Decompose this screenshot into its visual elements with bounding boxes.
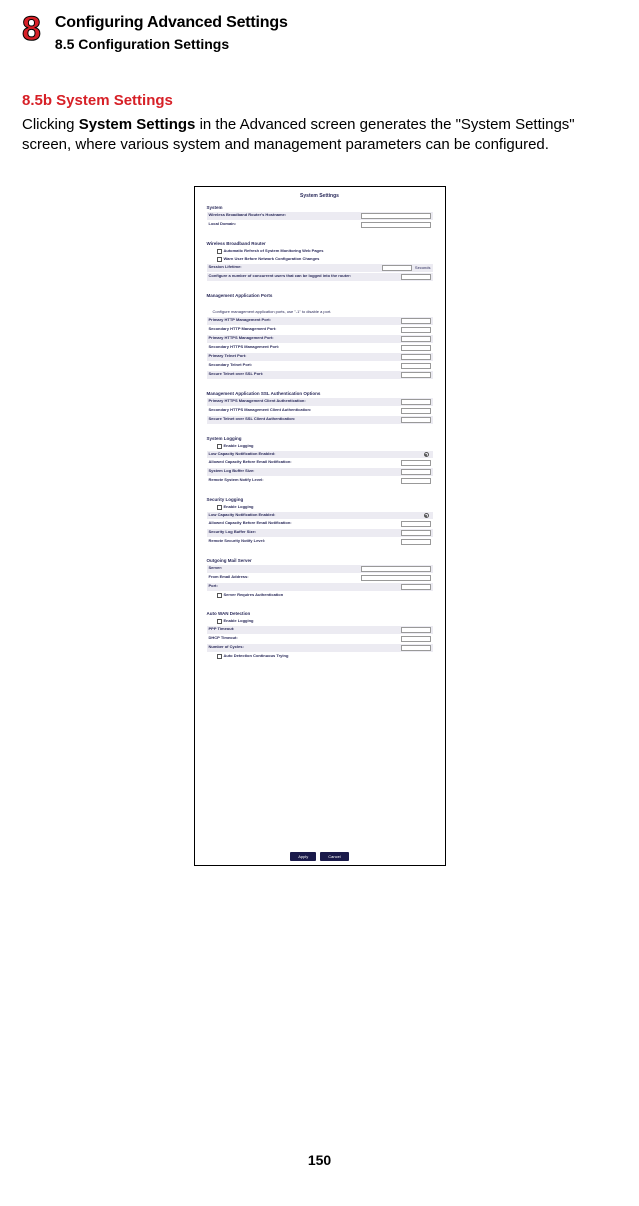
ss-title: System Settings [203, 193, 437, 199]
ss-select [401, 408, 431, 414]
ss-select [401, 399, 431, 405]
section-title: 8.5 Configuration Settings [55, 36, 288, 52]
checkbox-icon [217, 249, 222, 254]
ss-input [401, 345, 431, 351]
body-paragraph: Clicking System Settings in the Advanced… [22, 115, 617, 156]
ss-select [401, 539, 431, 545]
ss-seclog-heading: Security Logging [207, 497, 433, 502]
body-text-1: Clicking [22, 116, 79, 133]
ss-button-row: Apply Cancel [195, 852, 445, 861]
ss-row: Enable Logging [207, 504, 433, 511]
chapter-title: Configuring Advanced Settings [55, 14, 288, 32]
checkbox-icon [217, 444, 222, 449]
cancel-button: Cancel [320, 852, 348, 861]
ss-mgmt-ports-heading: Management Application Ports [207, 293, 433, 298]
ss-input [401, 327, 431, 333]
ss-row: Primary HTTP Management Port: [207, 317, 433, 325]
ss-row: Server: [207, 565, 433, 573]
ss-row: Low Capacity Notification Enabled: [207, 451, 433, 458]
chapter-number: 8 [22, 12, 41, 46]
ss-mail-heading: Outgoing Mail Server [207, 558, 433, 563]
body-bold: System Settings [79, 116, 196, 133]
ss-row: Local Domain: [207, 221, 433, 229]
ss-router-heading: Wireless Broadband Router [207, 241, 433, 246]
ss-row: Warn User Before Network Configuration C… [207, 256, 433, 263]
radio-icon [424, 513, 429, 518]
ss-row: PPP Timeout: [207, 626, 433, 634]
ss-input [401, 372, 431, 378]
ss-row: Session Lifetime:Seconds [207, 264, 433, 272]
ss-sub: Configure management application ports, … [213, 309, 433, 314]
ss-input [361, 566, 431, 572]
ss-system-heading: System [207, 205, 433, 210]
ss-row: Primary HTTPS Management Port: [207, 335, 433, 343]
ss-input [361, 213, 431, 219]
chapter-titles: Configuring Advanced Settings 8.5 Config… [55, 12, 288, 52]
ss-row: Port: [207, 583, 433, 591]
page-header: 8 Configuring Advanced Settings 8.5 Conf… [22, 12, 617, 52]
ss-input [382, 265, 412, 271]
ss-row: Allowed Capacity Before Email Notificati… [207, 520, 433, 528]
ss-row: Primary Telnet Port: [207, 353, 433, 361]
ss-input [401, 469, 431, 475]
ss-row: From Email Address: [207, 574, 433, 582]
subsection-title: 8.5b System Settings [22, 92, 617, 109]
checkbox-icon [217, 619, 222, 624]
ss-select [401, 417, 431, 423]
ss-row: Low Capacity Notification Enabled: [207, 512, 433, 519]
ss-input [401, 645, 431, 651]
ss-input [401, 354, 431, 360]
ss-row: Secondary HTTPS Management Port: [207, 344, 433, 352]
ss-input [401, 584, 431, 590]
apply-button: Apply [290, 852, 316, 861]
ss-wan-heading: Auto WAN Detection [207, 611, 433, 616]
ss-input [361, 222, 431, 228]
ss-ssl-heading: Management Application SSL Authenticatio… [207, 391, 433, 396]
ss-input [401, 363, 431, 369]
ss-row: Wireless Broadband Router's Hostname: [207, 212, 433, 220]
ss-input [401, 336, 431, 342]
ss-select [401, 478, 431, 484]
ss-row: Enable Logging [207, 443, 433, 450]
ss-syslog-heading: System Logging [207, 436, 433, 441]
ss-row: DHCP Timeout: [207, 635, 433, 643]
ss-row: Remote System Notify Level: [207, 477, 433, 485]
ss-row: Server Requires Authentication [207, 592, 433, 599]
ss-row: System Log Buffer Size: [207, 468, 433, 476]
ss-input [401, 530, 431, 536]
ss-row: Security Log Buffer Size: [207, 529, 433, 537]
ss-row: Primary HTTPS Management Client Authenti… [207, 398, 433, 406]
ss-input [401, 274, 431, 280]
ss-input [401, 521, 431, 527]
ss-row: Automatic Refresh of System Monitoring W… [207, 248, 433, 255]
ss-row: Secure Telnet over SSL Client Authentica… [207, 416, 433, 424]
ss-row: Configure a number of concurrent users t… [207, 273, 433, 281]
ss-row: Number of Cycles: [207, 644, 433, 652]
ss-row: Secure Telnet over SSL Port: [207, 371, 433, 379]
ss-input [361, 575, 431, 581]
ss-row: Secondary Telnet Port: [207, 362, 433, 370]
ss-row: Auto Detection Continuous Trying [207, 653, 433, 660]
ss-row: Secondary HTTP Management Port: [207, 326, 433, 334]
checkbox-icon [217, 593, 222, 598]
ss-row: Enable Logging [207, 618, 433, 625]
page-number: 150 [0, 1152, 639, 1168]
system-settings-screenshot: System Settings System Wireless Broadban… [194, 186, 446, 866]
ss-input [401, 627, 431, 633]
checkbox-icon [217, 257, 222, 262]
ss-input [401, 636, 431, 642]
ss-row: Remote Security Notify Level: [207, 538, 433, 546]
ss-input [401, 460, 431, 466]
checkbox-icon [217, 505, 222, 510]
ss-row: Secondary HTTPS Management Client Authen… [207, 407, 433, 415]
ss-input [401, 318, 431, 324]
radio-icon [424, 452, 429, 457]
ss-row: Allowed Capacity Before Email Notificati… [207, 459, 433, 467]
checkbox-icon [217, 654, 222, 659]
